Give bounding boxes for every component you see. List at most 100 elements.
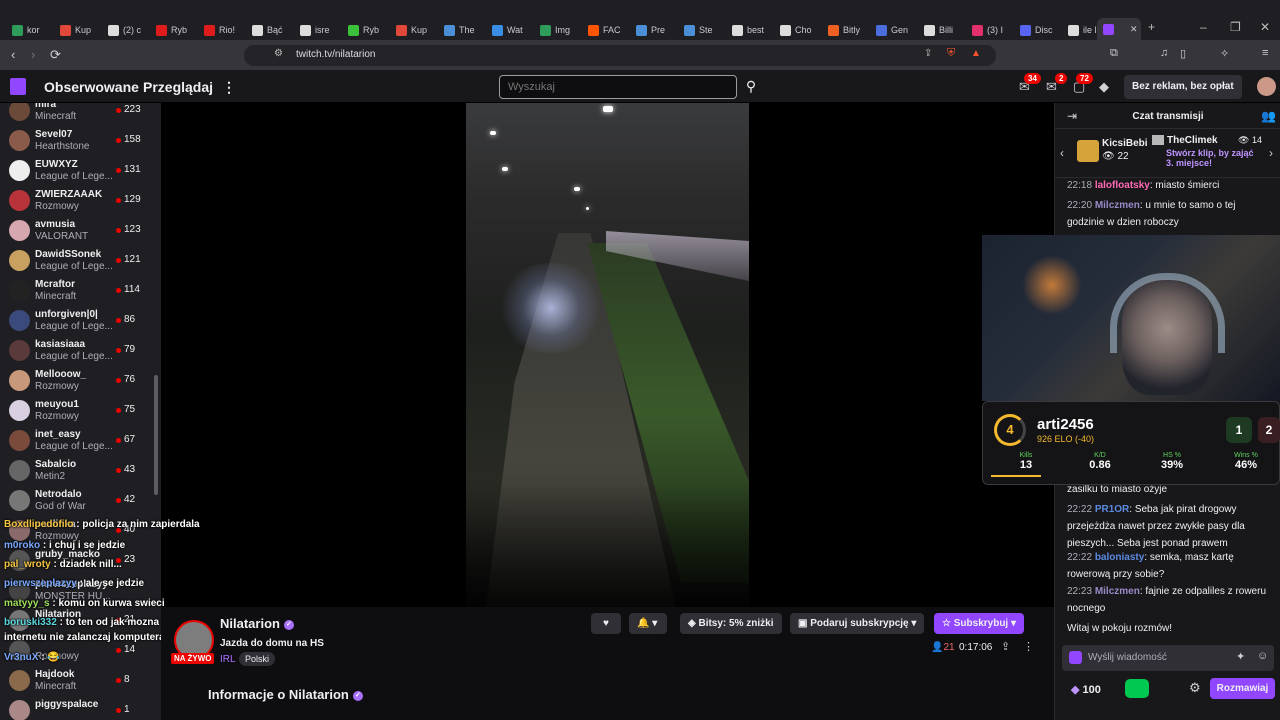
follow-heart-button[interactable]: ♥ <box>591 613 621 634</box>
browser-tab[interactable]: Bitly <box>822 20 866 40</box>
settings-icon[interactable]: ⚙ <box>1189 680 1201 696</box>
emote-icon[interactable]: ☺ <box>1257 650 1268 662</box>
sidebar-channel[interactable]: kasiasiaaa League of Lege... 79 <box>0 336 161 366</box>
stream-category[interactable]: IRL <box>220 654 236 665</box>
browser-tab[interactable]: Ryb <box>150 20 193 40</box>
reload-icon[interactable]: ⟳ <box>50 47 61 63</box>
site-info-icon[interactable]: ⚙ <box>274 48 283 59</box>
sidebar-channel[interactable]: EUWXYZ League of Lege... 131 <box>0 156 161 186</box>
search-input[interactable] <box>499 75 737 99</box>
browser-tab[interactable]: (3) I <box>966 20 1009 40</box>
user-avatar[interactable] <box>1257 77 1276 96</box>
menu-icon[interactable]: ≡ <box>1262 47 1268 59</box>
browser-tab[interactable]: Rio! <box>198 20 241 40</box>
chat-user[interactable]: Milczmen <box>1095 200 1140 211</box>
clip-cta[interactable]: Stwórz klip, by zająć 3. miejsce! <box>1166 148 1261 168</box>
sidebar-channel[interactable]: ZWIERZAAAK Rozmowy 129 <box>0 186 161 216</box>
bits-icon[interactable]: ◆ <box>1099 79 1109 95</box>
sidebar-channel[interactable]: piggyspalace 1 <box>0 696 161 720</box>
browser-tab[interactable]: Gen <box>870 20 914 40</box>
sidebar-channel[interactable]: Hajdook Minecraft 8 <box>0 666 161 696</box>
browser-tab[interactable]: best <box>726 20 770 40</box>
extensions-icon[interactable]: ⧉ <box>1110 47 1118 60</box>
media-icon[interactable]: ♫ <box>1160 47 1168 59</box>
chat-user[interactable]: baloniasty <box>1095 552 1144 563</box>
notifications-bell-button[interactable]: 🔔 ▾ <box>629 613 667 634</box>
sidebar-channel[interactable]: Sevel07 Hearthstone 158 <box>0 126 161 156</box>
stream-tag[interactable]: Polski <box>239 652 276 666</box>
streamer-name[interactable]: Nilatarion ✓ <box>220 616 294 631</box>
sidebar-channel[interactable]: avmusia VALORANT 123 <box>0 216 161 246</box>
sidebar-channel[interactable]: Sabalcio Metin2 43 <box>0 456 161 486</box>
sidebar-channel[interactable]: DawidSSonek League of Lege... 121 <box>0 246 161 276</box>
chevron-left-icon[interactable]: ‹ <box>1060 146 1064 160</box>
video-player[interactable] <box>161 103 1054 607</box>
maximize-icon[interactable]: ❐ <box>1230 20 1241 34</box>
leo-icon[interactable]: ✧ <box>1220 47 1229 60</box>
chevron-right-icon[interactable]: › <box>1269 146 1273 160</box>
brave-shield-icon[interactable]: ⛨ <box>947 47 955 60</box>
browser-tab[interactable]: Kup <box>54 20 97 40</box>
address-bar[interactable]: ⚙ twitch.tv/nilatarion ⇪ ⛨ ▲ <box>244 45 996 66</box>
subscribe-button[interactable]: ☆ Subskrybuj ▾ <box>934 613 1025 634</box>
browser-tab[interactable]: Kup <box>390 20 433 40</box>
brave-rewards-icon[interactable]: ▲ <box>971 48 981 59</box>
browser-tab[interactable]: (2) c <box>102 20 147 40</box>
more-icon[interactable]: ⋮ <box>222 79 236 96</box>
search-icon[interactable]: ⚲ <box>740 75 762 99</box>
sidebar-channel[interactable]: Mcraftor Minecraft 114 <box>0 276 161 306</box>
sidebar-channel[interactable]: unforgiven|0| League of Lege... 86 <box>0 306 161 336</box>
chat-user[interactable]: Milczmen <box>1095 586 1140 597</box>
forward-icon[interactable]: › <box>31 47 35 62</box>
new-tab-icon[interactable]: + <box>1148 20 1155 34</box>
active-tab[interactable]: ✕ <box>1097 18 1141 40</box>
nav-browse[interactable]: Przeglądaj <box>143 79 213 95</box>
heart-icon: ♥ <box>603 618 609 629</box>
more-options-icon[interactable]: ⋮ <box>1023 640 1034 653</box>
sidebar-channel[interactable]: Netrodalo God of War 42 <box>0 486 161 516</box>
close-tab-icon[interactable]: ✕ <box>1130 24 1138 35</box>
live-dot-icon <box>116 138 121 143</box>
chat-badge-icon[interactable] <box>1069 651 1082 664</box>
browser-tab[interactable]: Wat <box>486 20 529 40</box>
gift-sub-button[interactable]: ▣ Podaruj subskrypcję ▾ <box>790 613 925 634</box>
points-icon: ◆ <box>1071 684 1083 696</box>
back-icon[interactable]: ‹ <box>11 47 15 62</box>
nav-following[interactable]: Obserwowane <box>44 79 139 95</box>
chat-input[interactable]: Wyślij wiadomość ✦ ☺ <box>1062 645 1274 671</box>
chat-user[interactable]: lalofloatsky <box>1095 180 1150 191</box>
sidebar-channel[interactable]: inet_easy League of Lege... 67 <box>0 426 161 456</box>
sidebar-toggle-icon[interactable]: ▯ <box>1180 47 1186 60</box>
channel-game: League of Lege... <box>35 351 113 362</box>
browser-tab[interactable]: Billi <box>918 20 959 40</box>
browser-tab[interactable]: Pre <box>630 20 671 40</box>
browser-tab[interactable]: The <box>438 20 481 40</box>
sidebar-scrollbar[interactable] <box>154 375 158 495</box>
no-ads-button[interactable]: Bez reklam, bez opłat <box>1124 75 1242 99</box>
spark-icon[interactable]: ✦ <box>1236 650 1245 663</box>
sidebar-channel[interactable]: Mellooow_ Rozmowy 76 <box>0 366 161 396</box>
browser-tab[interactable]: FAC <box>582 20 627 40</box>
browser-tab[interactable]: Bąć <box>246 20 289 40</box>
browser-tab[interactable]: isre <box>294 20 336 40</box>
channel-points[interactable]: ◆ 100 <box>1071 683 1101 696</box>
prediction-icon[interactable] <box>1125 679 1149 698</box>
share-icon[interactable]: ⇪ <box>1001 640 1010 653</box>
browser-tab[interactable]: Ryb <box>342 20 385 40</box>
minimize-icon[interactable]: – <box>1200 20 1207 34</box>
close-window-icon[interactable]: ✕ <box>1260 20 1270 34</box>
browser-tab[interactable]: kor <box>6 20 46 40</box>
share-icon[interactable]: ⇪ <box>924 48 932 59</box>
chat-send-button[interactable]: Rozmawiaj <box>1210 678 1275 699</box>
tab-label: Bitly <box>843 25 861 35</box>
community-icon[interactable]: 👥 <box>1261 109 1276 123</box>
browser-tab[interactable]: Disc <box>1014 20 1059 40</box>
browser-tab[interactable]: Cho <box>774 20 818 40</box>
twitch-logo-icon[interactable] <box>10 78 26 95</box>
bits-button[interactable]: ◈ Bitsy: 5% zniżki <box>680 613 782 634</box>
sidebar-channel[interactable]: meuyou1 Rozmowy 75 <box>0 396 161 426</box>
browser-tab[interactable]: Ste <box>678 20 719 40</box>
chat-user[interactable]: PR1OR <box>1095 504 1129 515</box>
sidebar-channel[interactable]: mira Minecraft 223 <box>0 103 161 126</box>
browser-tab[interactable]: Img <box>534 20 576 40</box>
